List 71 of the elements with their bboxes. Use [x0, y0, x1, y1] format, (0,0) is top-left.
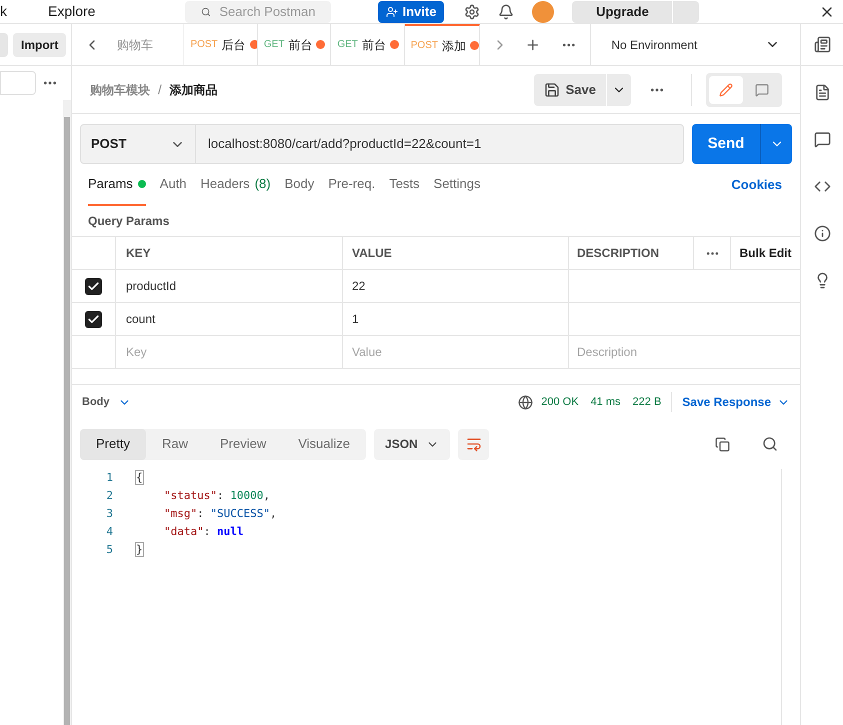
view-tab[interactable]: Visualize: [282, 428, 366, 460]
check-icon: [87, 280, 100, 292]
wrap-button[interactable]: [458, 428, 490, 460]
breadcrumb-separator: /: [158, 80, 162, 99]
check-icon: [87, 312, 100, 326]
code-line: "msg": "SUCCESS",: [163, 506, 278, 522]
breadcrumb-parent[interactable]: 购物车模块: [90, 80, 150, 98]
code-line: {: [136, 470, 144, 486]
copy-icon[interactable]: [715, 436, 730, 452]
request-tab[interactable]: POST 添加: [404, 24, 480, 65]
line-number: 5: [105, 542, 113, 558]
info-icon[interactable]: [814, 225, 830, 242]
globe-icon: [518, 394, 534, 410]
response-size: 222 B: [632, 394, 662, 410]
checkbox[interactable]: [85, 278, 102, 294]
table-cell[interactable]: productId: [116, 270, 343, 302]
body-dropdown[interactable]: Body: [82, 394, 130, 410]
nav-item[interactable]: k: [0, 1, 40, 22]
wrap-icon: [466, 436, 482, 452]
comment-icon[interactable]: [814, 131, 830, 148]
table-cell[interactable]: 1: [343, 303, 569, 335]
line-number: 2: [105, 488, 113, 504]
view-tab[interactable]: Preview: [204, 428, 282, 460]
request-option-tab[interactable]: Headers (8): [200, 164, 271, 206]
settings-icon[interactable]: [464, 4, 480, 20]
view-tab[interactable]: Pretty: [80, 428, 146, 460]
filter-field[interactable]: [0, 71, 36, 95]
section-title: Query Params: [88, 213, 170, 230]
bulk-edit-button[interactable]: Bulk Edit: [731, 237, 800, 269]
status-code: 200 OK: [541, 394, 579, 410]
request-option-tab[interactable]: Body: [284, 164, 314, 206]
table-cell[interactable]: 22: [343, 270, 569, 302]
request-tab[interactable]: POST 后台: [184, 24, 258, 65]
line-number: 3: [105, 506, 113, 522]
environment-select[interactable]: No Environment: [590, 24, 800, 65]
document-icon[interactable]: [814, 84, 830, 101]
checkbox[interactable]: [85, 310, 102, 328]
edit-button[interactable]: [709, 76, 743, 104]
code-line: "data": null: [163, 524, 244, 540]
request-option-tab[interactable]: Params: [88, 164, 146, 206]
column-header: VALUE: [343, 237, 569, 269]
import-button[interactable]: Import: [13, 32, 66, 56]
upgrade-button[interactable]: Upgrade: [572, 0, 672, 22]
column-header: KEY: [116, 237, 343, 269]
line-number: 4: [105, 524, 113, 540]
column-header: DESCRIPTION: [569, 237, 694, 269]
save-response-button[interactable]: Save Response: [682, 393, 790, 411]
format-select[interactable]: JSON: [374, 428, 450, 460]
breadcrumb-current: 添加商品: [170, 82, 218, 98]
view-tab[interactable]: Raw: [146, 428, 204, 460]
comment-icon: [755, 82, 769, 96]
request-option-tab[interactable]: Pre-req.: [328, 164, 376, 206]
bell-icon[interactable]: [498, 4, 514, 20]
request-tab[interactable]: GET 前台: [258, 24, 332, 65]
line-number: 1: [105, 470, 113, 486]
save-button[interactable]: Save: [534, 74, 606, 106]
search-icon[interactable]: [762, 436, 778, 452]
pencil-icon: [719, 82, 733, 96]
scrollbar[interactable]: [63, 100, 71, 725]
request-option-tab[interactable]: Tests: [389, 164, 420, 206]
nav-item[interactable]: Explore: [48, 1, 96, 22]
table-cell[interactable]: count: [116, 303, 343, 335]
code-line: }: [136, 542, 144, 558]
add-user-icon: [386, 6, 398, 18]
cookies-link[interactable]: Cookies: [731, 175, 782, 195]
request-option-tab[interactable]: Auth: [160, 164, 187, 206]
code-line: "status": 10000,: [163, 488, 271, 504]
environment-quick-look-icon[interactable]: [814, 36, 830, 53]
request-option-tab[interactable]: Settings: [434, 164, 481, 206]
response-time: 41 ms: [590, 394, 621, 410]
invite-button[interactable]: Invite: [378, 0, 444, 22]
